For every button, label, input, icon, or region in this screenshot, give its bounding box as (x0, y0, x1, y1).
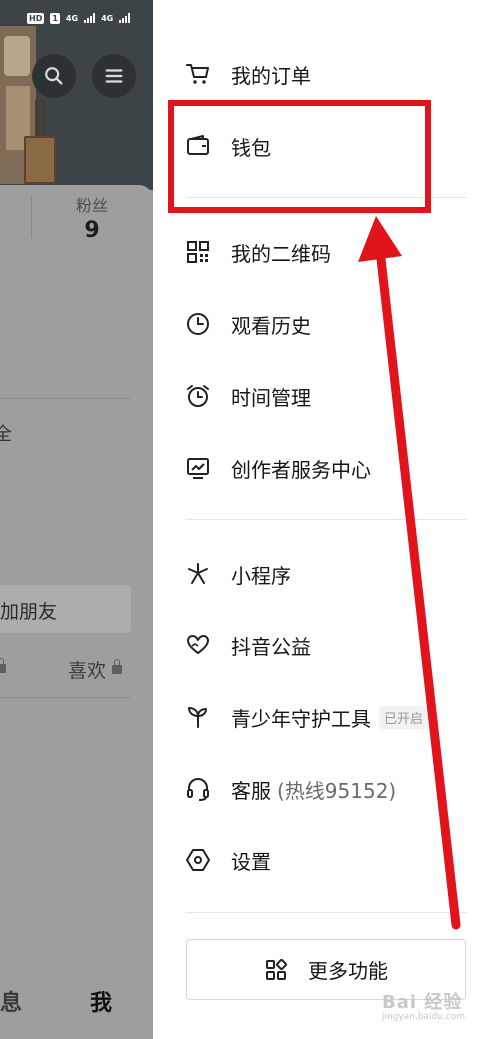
qr-code-icon (187, 241, 209, 263)
annotation-highlight-box (168, 100, 431, 213)
menu-item-label: 时间管理 (231, 385, 311, 410)
menu-item-settings[interactable]: 设置 (185, 840, 271, 880)
signal-icon-2 (119, 13, 131, 23)
likes-tab[interactable]: 喜欢 (68, 656, 123, 683)
grid-icon (266, 958, 288, 980)
profile-background: HD 1 4G 4G 粉丝 9 全 加朋友 喜欢 消息 我 (0, 0, 153, 1039)
fans-label: 粉丝 (75, 196, 108, 215)
menu-item-youth-protection[interactable]: 青少年守护工具 已开启 (185, 697, 429, 737)
menu-item-label: 观看历史 (231, 313, 311, 338)
menu-item-label: 抖音公益 (231, 634, 311, 659)
likes-label: 喜欢 (68, 660, 107, 682)
nav-messages[interactable]: 消息 (0, 985, 22, 1017)
suitcase-illustration (24, 100, 56, 184)
network-type-2: 4G (101, 13, 114, 23)
settings-hexagon-icon (186, 849, 210, 871)
menu-item-charity[interactable]: 抖音公益 (185, 625, 311, 665)
lock-icon (0, 658, 6, 673)
menu-item-history[interactable]: 观看历史 (185, 304, 311, 344)
search-icon (45, 67, 63, 85)
headset-icon (187, 778, 209, 801)
add-friend-label: 加朋友 (0, 601, 58, 623)
menu-item-creator-center[interactable]: 创作者服务中心 (185, 448, 371, 488)
menu-button[interactable] (92, 54, 136, 98)
search-button[interactable] (32, 54, 76, 98)
mini-program-icon (188, 563, 208, 584)
add-friend-button[interactable]: 加朋友 (0, 585, 131, 633)
menu-divider (186, 519, 467, 520)
menu-item-qr-code[interactable]: 我的二维码 (185, 232, 331, 272)
sprout-icon (188, 707, 207, 728)
watermark-url: jingyan.baidu.com (382, 1012, 466, 1022)
cart-icon (186, 64, 209, 84)
menu-item-label: 我的二维码 (231, 241, 331, 266)
hd-badge: HD (27, 12, 45, 24)
clock-icon (187, 313, 209, 335)
more-features-label: 更多功能 (308, 959, 388, 983)
menu-item-label: 我的订单 (231, 63, 311, 88)
menu-item-label: 青少年守护工具 (231, 706, 371, 731)
menu-item-label: 客服 (231, 778, 271, 803)
watermark-logo: Bai 经验 (382, 992, 463, 1013)
status-badge: 已开启 (379, 705, 429, 729)
menu-item-label: 设置 (231, 849, 271, 874)
network-type-1: 4G (65, 13, 79, 23)
menu-item-label: 创作者服务中心 (231, 457, 371, 482)
divider (0, 697, 131, 698)
menu-item-time-management[interactable]: 时间管理 (185, 376, 311, 416)
hotline-label: (热线95152) (277, 778, 397, 803)
alarm-clock-icon (187, 385, 209, 407)
sim-badge: 1 (50, 12, 60, 24)
status-bar: HD 1 4G 4G (0, 8, 131, 28)
menu-item-orders[interactable]: 我的订单 (185, 54, 311, 94)
signal-icon (84, 13, 96, 23)
partial-text: 全 (0, 424, 12, 445)
fans-count[interactable]: 9 (60, 218, 124, 243)
menu-divider (186, 912, 467, 913)
stat-divider (31, 196, 32, 238)
heart-hands-icon (187, 635, 209, 654)
menu-item-mini-programs[interactable]: 小程序 (185, 554, 291, 594)
profile-cover: HD 1 4G 4G (0, 0, 153, 190)
chart-monitor-icon (187, 458, 209, 479)
nav-me[interactable]: 我 (90, 985, 112, 1017)
hamburger-icon (105, 69, 123, 83)
menu-item-label: 小程序 (231, 563, 291, 588)
divider (0, 398, 131, 399)
lock-icon (112, 659, 123, 674)
menu-item-customer-service[interactable]: 客服 (热线95152) (185, 769, 396, 809)
